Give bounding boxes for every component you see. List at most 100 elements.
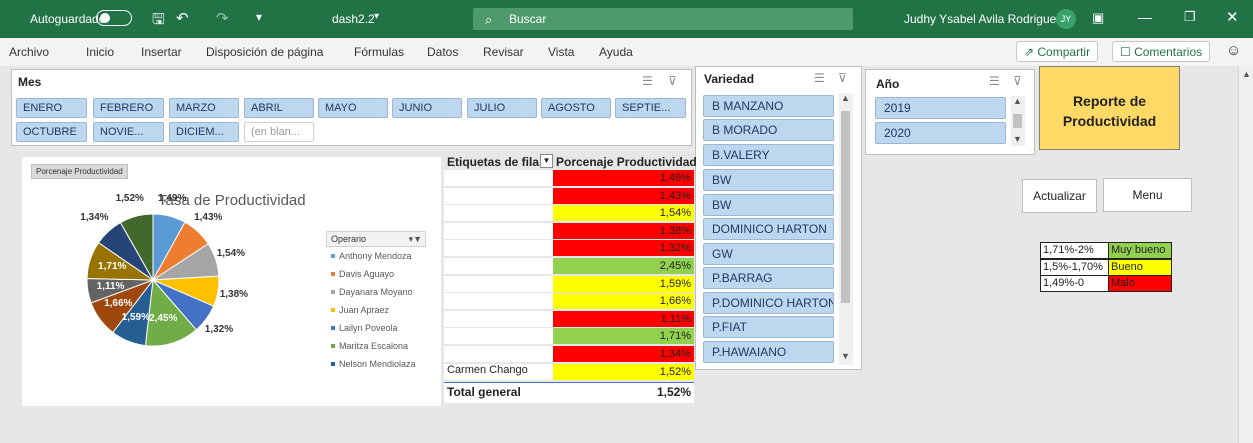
redo-icon[interactable]: ↷ [216,9,229,27]
scroll-up-icon[interactable]: ▲ [841,93,850,103]
pivot-row-value: 1,11% [553,310,694,327]
pie-data-label: 1,38% [219,288,249,300]
slicer-anio-scrollbar[interactable]: ▲ ▼ [1011,96,1025,146]
menu-item-datos[interactable]: Datos [427,45,458,59]
update-button[interactable]: Actualizar [1022,179,1097,213]
pivot-row[interactable]: 1,54% [444,205,694,222]
slicer-item-mayo[interactable]: MAYO [318,98,388,118]
menu-button[interactable]: Menu [1103,178,1192,212]
pivot-row[interactable]: 1,32% [444,240,694,257]
share-button[interactable]: ⇗ Compartir [1016,41,1099,62]
pivot-row[interactable]: Carmen Chango 1,52% [444,363,694,380]
slicer-item-blank[interactable]: (en blan... [244,122,314,142]
search-input[interactable]: ⌕ Buscar [473,8,853,30]
slicer-item-septiembre[interactable]: SEPTIE... [615,98,686,118]
menu-item-insertar[interactable]: Insertar [141,45,182,59]
chart-legend[interactable]: Operario ▾▼ Anthony Mendoza Davis Aguayo D… [326,231,426,373]
scroll-up-icon[interactable]: ▲ [1242,69,1251,79]
pivot-row[interactable]: 1,71% [444,328,694,345]
menu-item-formulas[interactable]: Fórmulas [354,45,404,59]
menu-item-ayuda[interactable]: Ayuda [599,45,633,59]
slicer-item-variedad[interactable]: DOMINICO HARTON [703,218,834,240]
pie-data-label: 1,66% [104,298,133,310]
slicer-anio[interactable]: Año ☰ ⊽ 2019 2020 ▲ ▼ [865,69,1035,155]
slicer-item-febrero[interactable]: FEBRERO [93,98,164,118]
menu-item-vista[interactable]: Vista [548,45,574,59]
minimize-icon[interactable]: — [1138,9,1152,25]
slicer-item-variedad[interactable]: BW [703,194,834,216]
pivot-row-label [444,258,553,274]
legend-field-button[interactable]: Operario ▾▼ [326,231,426,247]
slicer-item-abril[interactable]: ABRIL [244,98,314,118]
slicer-item-variedad[interactable]: B.VALERY [703,144,834,166]
ribbon-display-icon[interactable]: ▣ [1092,10,1104,26]
save-icon[interactable]: 🖫 [152,9,165,34]
menu-item-revisar[interactable]: Revisar [483,45,524,59]
clear-filter-icon[interactable]: ⊽ [838,71,847,85]
autosave-toggle[interactable] [96,10,132,26]
menu-item-archivo[interactable]: Archivo [9,45,49,59]
filter-icon[interactable]: ▾▼ [409,232,422,246]
pie-chart[interactable]: Porcenaje Productividad Tasa de Producti… [22,157,441,406]
pivot-row[interactable]: 2,45% [444,258,694,274]
slicer-item-variedad[interactable]: GW [703,243,834,265]
pivot-row[interactable]: 1,49% [444,170,694,186]
slicer-item-enero[interactable]: ENERO [16,98,87,118]
pivot-row[interactable]: 1,11% [444,310,694,327]
scroll-down-icon[interactable]: ▼ [1013,134,1022,144]
scrollbar-thumb[interactable] [841,111,850,303]
slicer-variedad-title: Variedad [704,72,755,86]
clear-filter-icon[interactable]: ⊽ [668,74,677,88]
slicer-item-variedad[interactable]: B MORADO [703,119,834,141]
report-title-box[interactable]: Reporte de Productividad [1039,66,1180,150]
clear-filter-icon[interactable]: ⊽ [1013,74,1022,88]
filename-chevron-icon[interactable]: ▾ [374,11,379,22]
slicer-item-2020[interactable]: 2020 [875,122,1006,144]
rating-key-row: 1,71%-2% Muy bueno [1040,242,1172,259]
slicer-item-variedad[interactable]: P.FIAT [703,316,834,338]
scrollbar-thumb[interactable] [1013,114,1022,128]
slicer-mes[interactable]: Mes ☰ ⊽ ENERO FEBRERO MARZO ABRIL MAYO J… [11,69,692,146]
pivot-row[interactable]: 1,34% [444,346,694,362]
pivot-row[interactable]: 1,59% [444,275,694,292]
pivot-row[interactable]: 1,38% [444,222,694,239]
comments-button[interactable]: ☐ Comentarios [1112,41,1211,62]
sheet-vertical-scrollbar[interactable]: ▲ [1238,66,1253,443]
slicer-item-agosto[interactable]: AGOSTO [541,98,611,118]
pivot-row[interactable]: 1,66% [444,293,694,310]
pivot-row[interactable]: 1,43% [444,187,694,204]
slicer-item-octubre[interactable]: OCTUBRE [16,122,87,142]
customize-toolbar-icon[interactable]: ▾ [256,10,262,24]
multiselect-icon[interactable]: ☰ [814,71,825,85]
multiselect-icon[interactable]: ☰ [642,74,653,88]
undo-icon[interactable]: ↶ [176,9,189,27]
slicer-variedad[interactable]: Variedad ☰ ⊽ B MANZANO B MORADO B.VALERY… [695,66,862,370]
scroll-up-icon[interactable]: ▲ [1013,96,1022,106]
avatar[interactable]: JY [1056,9,1076,29]
slicer-item-2019[interactable]: 2019 [875,97,1006,119]
pivot-row-value: 1,66% [553,293,694,310]
menu-item-disposicion[interactable]: Disposición de página [206,45,323,59]
slicer-item-variedad[interactable]: P.DOMINICO HARTON [703,292,834,314]
slicer-variedad-scrollbar[interactable]: ▲ ▼ [839,93,853,365]
scroll-down-icon[interactable]: ▼ [841,351,850,361]
slicer-item-variedad[interactable]: B MANZANO [703,95,834,117]
comment-icon: ☐ [1120,45,1135,59]
filter-icon[interactable]: ▼ [540,154,553,168]
slicer-item-variedad[interactable]: P.HAWAIANO [703,341,834,363]
slicer-item-diciembre[interactable]: DICIEM... [169,122,239,142]
slicer-item-marzo[interactable]: MARZO [169,98,239,118]
close-icon[interactable]: ✕ [1226,8,1239,26]
multiselect-icon[interactable]: ☰ [989,74,1000,88]
slicer-item-noviembre[interactable]: NOVIE... [93,122,164,142]
pivot-row-value: 1,54% [553,205,694,222]
slicer-item-variedad[interactable]: P.BARRAG [703,267,834,289]
user-name[interactable]: Judhy Ysabel Avila Rodriguez [904,12,1062,26]
slicer-item-junio[interactable]: JUNIO [392,98,462,118]
file-name[interactable]: dash2.2 [332,12,375,26]
restore-icon[interactable]: ❐ [1184,9,1196,25]
menu-item-inicio[interactable]: Inicio [86,45,114,59]
feedback-smiley-icon[interactable]: ☺ [1226,42,1241,59]
slicer-item-variedad[interactable]: BW [703,169,834,191]
slicer-item-julio[interactable]: JULIO [467,98,537,118]
